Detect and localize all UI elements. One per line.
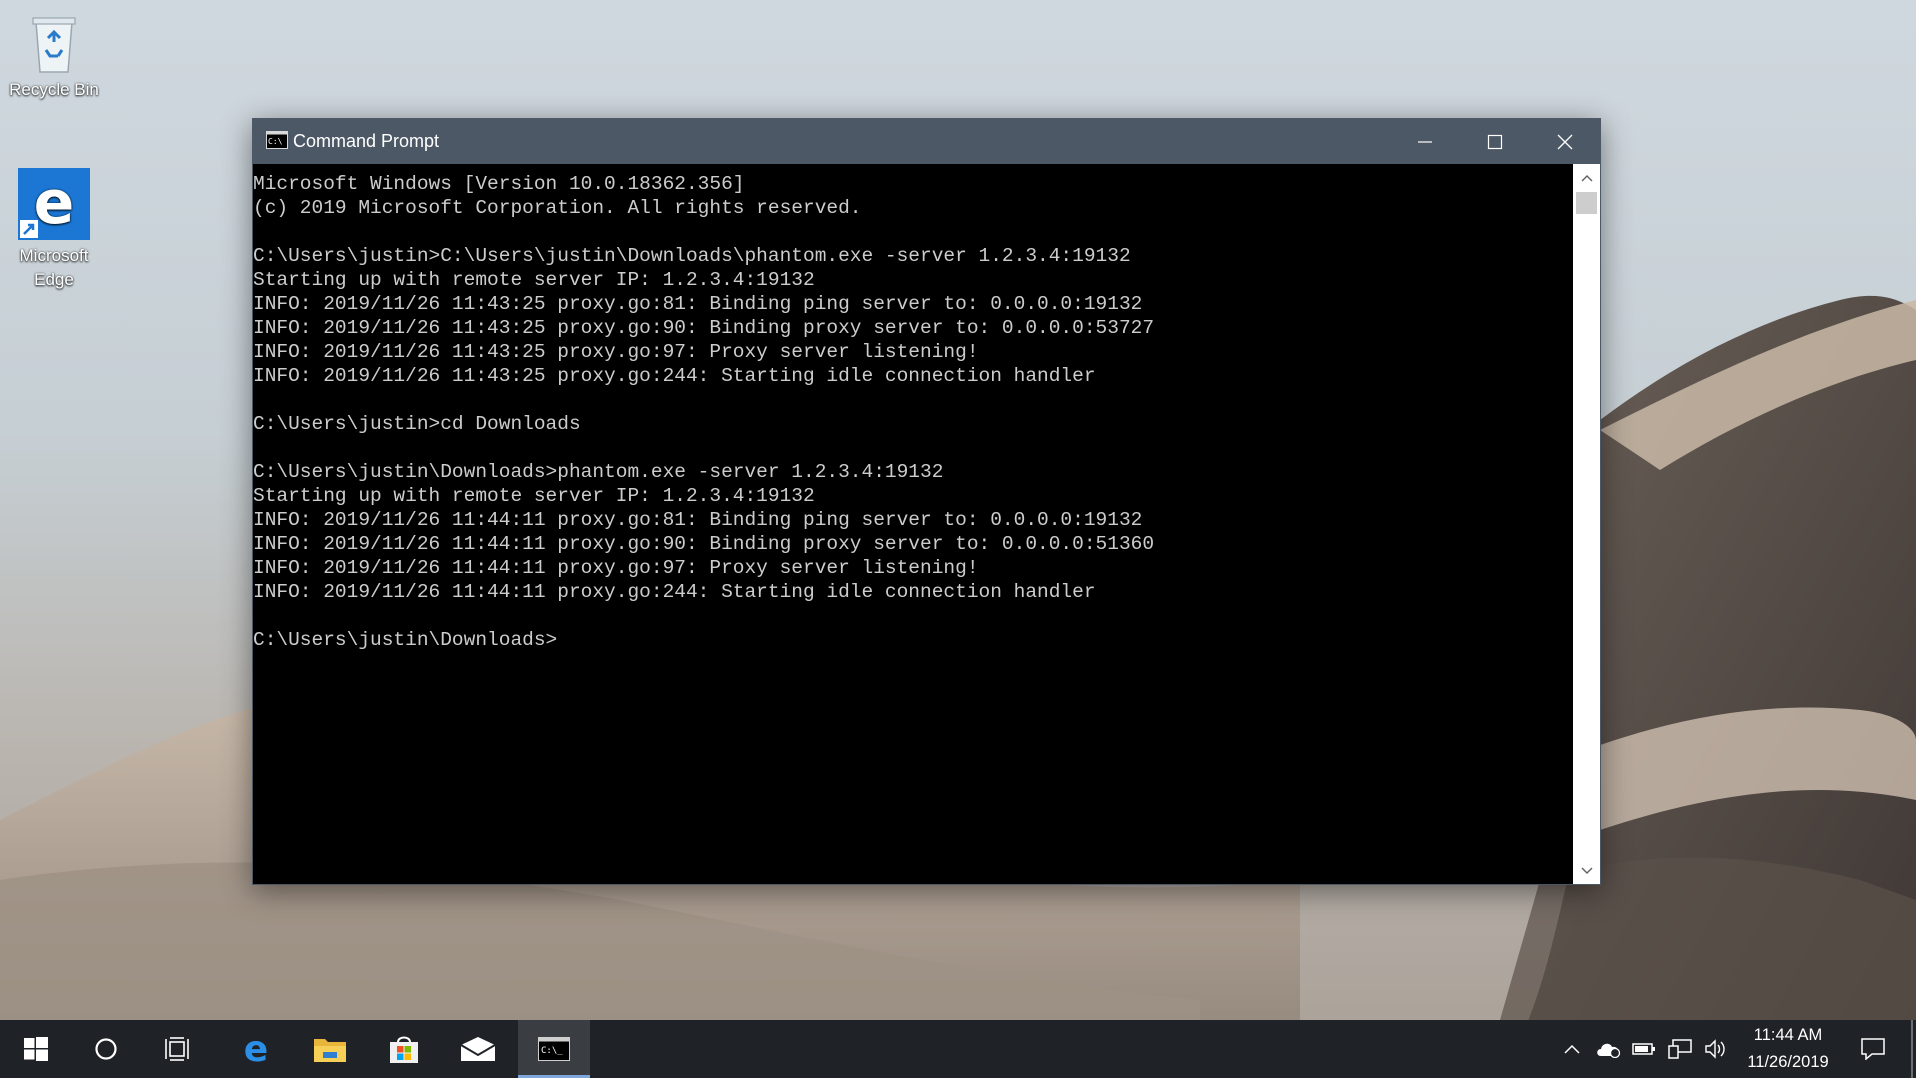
- minimize-button[interactable]: [1390, 119, 1460, 164]
- console-line: C:\Users\justin>cd Downloads: [253, 413, 581, 435]
- taskbar-store-button[interactable]: [368, 1020, 440, 1078]
- svg-text:e: e: [244, 1033, 268, 1065]
- console-line: INFO: 2019/11/26 11:43:25 proxy.go:244: …: [253, 365, 1096, 387]
- console-output[interactable]: Microsoft Windows [Version 10.0.18362.35…: [253, 164, 1573, 884]
- taskbar-command-prompt-button[interactable]: C:\_: [518, 1020, 590, 1078]
- console-line: C:\Users\justin\Downloads>phantom.exe -s…: [253, 461, 944, 483]
- action-center-button[interactable]: [1850, 1020, 1896, 1078]
- battery-icon: [1632, 1043, 1655, 1055]
- edge-icon: e: [18, 168, 90, 240]
- svg-text:C:\: C:\: [268, 137, 283, 146]
- chevron-up-icon: [1564, 1044, 1580, 1054]
- network-icon: [1668, 1039, 1692, 1059]
- taskbar-mail-button[interactable]: [442, 1020, 514, 1078]
- vertical-scrollbar[interactable]: [1573, 164, 1600, 884]
- maximize-button[interactable]: [1460, 119, 1530, 164]
- console-line: INFO: 2019/11/26 11:43:25 proxy.go:90: B…: [253, 317, 1155, 339]
- close-icon: [1557, 134, 1573, 149]
- chevron-up-icon: [1581, 174, 1592, 181]
- console-line: Starting up with remote server IP: 1.2.3…: [253, 269, 815, 291]
- taskbar-clock[interactable]: 11:44 AM 11/26/2019: [1728, 1020, 1848, 1078]
- taskbar-file-explorer-button[interactable]: [294, 1020, 366, 1078]
- task-view-icon: [165, 1037, 189, 1061]
- search-icon: [95, 1038, 117, 1060]
- desktop-icon-microsoft-edge[interactable]: e Microsoft Edge: [4, 168, 104, 292]
- onedrive-tray-button[interactable]: [1590, 1020, 1626, 1078]
- console-line: INFO: 2019/11/26 11:44:11 proxy.go:244: …: [253, 581, 1096, 603]
- console-line: INFO: 2019/11/26 11:43:25 proxy.go:97: P…: [253, 341, 979, 363]
- desktop: Recycle Bin e Microsoft Edge C:\ Command…: [0, 0, 1916, 1078]
- scroll-down-button[interactable]: [1573, 857, 1600, 884]
- show-hidden-icons-button[interactable]: [1554, 1020, 1590, 1078]
- scrollbar-thumb[interactable]: [1576, 192, 1597, 214]
- console-line: INFO: 2019/11/26 11:44:11 proxy.go:81: B…: [253, 509, 1143, 531]
- network-tray-button[interactable]: [1662, 1020, 1698, 1078]
- title-bar[interactable]: C:\ Command Prompt: [253, 119, 1600, 164]
- start-icon: [24, 1037, 48, 1061]
- close-button[interactable]: [1530, 119, 1600, 164]
- console-line: C:\Users\justin>C:\Users\justin\Download…: [253, 245, 1131, 267]
- console-line: INFO: 2019/11/26 11:43:25 proxy.go:81: B…: [253, 293, 1143, 315]
- store-icon: [390, 1036, 418, 1063]
- file-explorer-icon: [314, 1039, 346, 1062]
- task-view-button[interactable]: [142, 1020, 214, 1078]
- console-line: (c) 2019 Microsoft Corporation. All righ…: [253, 197, 862, 219]
- clock-time: 11:44 AM: [1753, 1026, 1823, 1044]
- console-line: INFO: 2019/11/26 11:44:11 proxy.go:90: B…: [253, 533, 1155, 555]
- console-icon: C:\: [266, 131, 288, 149]
- clock-date: 11/26/2019: [1747, 1053, 1829, 1071]
- notifications-icon: [1861, 1038, 1885, 1060]
- chevron-down-icon: [1581, 867, 1592, 874]
- recycle-bin-icon: [32, 17, 76, 73]
- taskbar-edge-button[interactable]: e: [220, 1020, 292, 1078]
- svg-text:e: e: [34, 168, 75, 238]
- desktop-icon-recycle-bin[interactable]: Recycle Bin: [4, 8, 104, 102]
- start-button[interactable]: [0, 1020, 72, 1078]
- command-prompt-window[interactable]: C:\ Command Prompt Microsoft Windows [Ve…: [252, 118, 1601, 885]
- svg-text:C:\_: C:\_: [541, 1046, 563, 1056]
- console-line: INFO: 2019/11/26 11:44:11 proxy.go:97: P…: [253, 557, 979, 579]
- mail-icon: [460, 1037, 496, 1061]
- desktop-icon-label: Microsoft Edge: [19, 246, 89, 289]
- edge-icon: e: [244, 1033, 268, 1065]
- onedrive-icon: [1597, 1043, 1621, 1058]
- console-text: Microsoft Windows [Version 10.0.18362.35…: [253, 164, 1573, 652]
- battery-tray-button[interactable]: [1626, 1020, 1662, 1078]
- volume-icon: [1705, 1039, 1725, 1059]
- console-line: Microsoft Windows [Version 10.0.18362.35…: [253, 173, 745, 195]
- search-button[interactable]: [70, 1020, 142, 1078]
- console-line: Starting up with remote server IP: 1.2.3…: [253, 485, 815, 507]
- command-prompt-icon: C:\_: [538, 1037, 570, 1061]
- show-desktop-button[interactable]: [1911, 1020, 1913, 1078]
- scroll-up-button[interactable]: [1573, 164, 1600, 191]
- minimize-icon: [1418, 140, 1432, 143]
- desktop-icon-label: Recycle Bin: [9, 80, 99, 99]
- maximize-icon: [1487, 134, 1503, 149]
- taskbar: e C:\_ 11:44 AM 11/26/2019: [0, 1020, 1916, 1078]
- window-title: Command Prompt: [293, 131, 440, 151]
- console-prompt-line[interactable]: C:\Users\justin\Downloads>: [253, 628, 1573, 652]
